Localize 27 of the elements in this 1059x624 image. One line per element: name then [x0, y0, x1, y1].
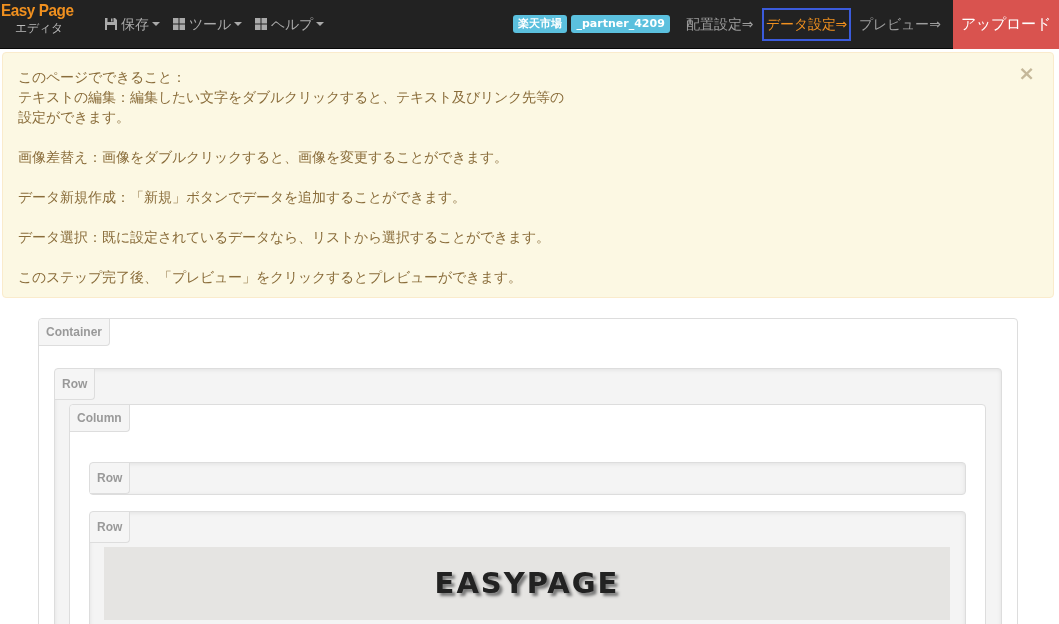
account-badge: 楽天市場 — [513, 14, 568, 34]
instruction-text: 画像差替え：画像をダブルクリックすると、画像を変更することができます。 — [18, 148, 508, 167]
container-label: Container — [39, 319, 110, 346]
instruction-text: このステップ完了後、「プレビュー」をクリックするとプレビューができます。 — [18, 268, 522, 287]
brand-logo[interactable]: Easy Page — [1, 2, 74, 19]
instruction-text: データ選択：既に設定されているデータなら、リストから選択することができます。 — [18, 228, 550, 247]
upload-button[interactable]: アップロード — [953, 0, 1059, 49]
row-label: Row — [90, 463, 131, 494]
grid-icon — [254, 17, 268, 31]
caret-icon — [152, 22, 160, 26]
row-label: Row — [90, 512, 131, 543]
step-link[interactable]: データ設定⇒ — [761, 7, 852, 41]
menu-dropdown[interactable]: ツール — [168, 13, 246, 35]
step-link[interactable]: プレビュー⇒ — [855, 7, 945, 41]
account-badge: _partner_4209 — [571, 14, 670, 34]
grid-icon — [172, 17, 186, 31]
column-label: Column — [70, 405, 130, 432]
instruction-text: データ新規作成：「新規」ボタンでデータを追加することができます。 — [18, 188, 466, 207]
row-label: Row — [55, 369, 96, 400]
caret-icon — [316, 22, 324, 26]
caret-icon — [234, 22, 242, 26]
banner-title: EASYPAGE — [434, 564, 620, 602]
menu-dropdown[interactable]: ヘルプ — [250, 13, 328, 35]
step-link[interactable]: 配置設定⇒ — [681, 7, 758, 41]
instruction-text: このページでできること： テキストの編集：編集したい文字をダブルクリックすると、テキスト及びリンク先等の 設定ができます。 — [18, 68, 564, 127]
menu-dropdown[interactable]: 保存 — [100, 13, 164, 35]
brand-subtitle: エディタ — [15, 21, 63, 36]
